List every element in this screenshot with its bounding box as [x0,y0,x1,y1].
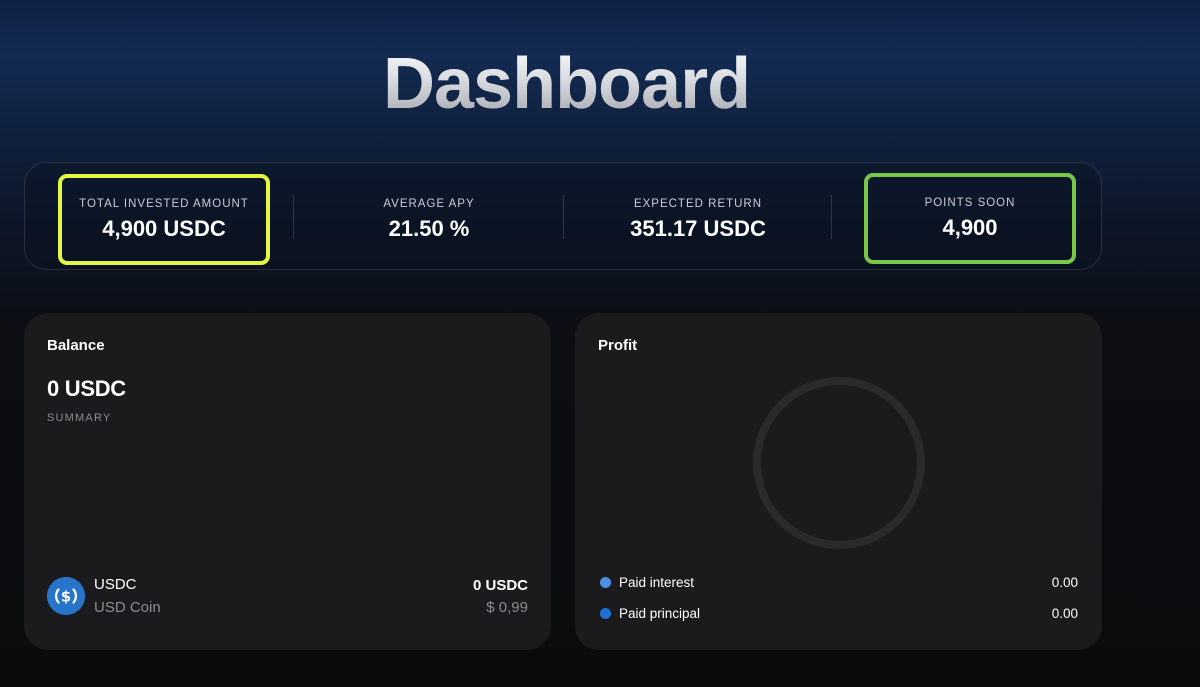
asset-name: USD Coin [94,599,161,616]
stat-average-apy-value: 21.50 % [388,216,470,241]
stat-expected-return-value: 351.17 USDC [630,216,766,241]
balance-card-title: Balance [47,337,105,354]
asset-amount: 0 USDC [472,577,528,594]
profit-donut-chart [753,377,925,549]
stat-points: POINTS SOON 4,900 [864,173,1076,264]
paid-interest-value: 0.00 [1051,574,1078,590]
legend-row-paid-principal: Paid principal 0.00 [600,603,1078,623]
stat-expected-return-label: EXPECTED RETURN [633,198,763,210]
balance-amount: 0 USDC [47,376,126,401]
paid-interest-dot [600,576,611,588]
stat-average-apy-label: AVERAGE APY [383,198,475,210]
page-title: Dashboard [383,44,751,124]
stat-points-label: POINTS SOON [924,196,1016,209]
paid-principal-dot [600,607,611,619]
profit-card-title: Profit [598,337,638,354]
stats-bar: TOTAL INVESTED AMOUNT 4,900 USDC AVERAGE… [24,162,1102,270]
paid-interest-label: Paid interest [619,574,695,590]
asset-usd-value: $ 0,99 [486,599,528,616]
stat-divider [293,195,294,239]
stat-expected-return: EXPECTED RETURN 351.17 USDC [593,175,803,265]
stat-points-value: 4,900 [942,214,998,240]
paid-principal-value: 0.00 [1051,605,1078,621]
balance-card: Balance 0 USDC SUMMARY $ USDC USD Coin 0… [24,313,551,650]
paid-principal-label: Paid principal [619,605,701,621]
stat-total-invested: TOTAL INVESTED AMOUNT 4,900 USDC [58,174,270,265]
stat-total-invested-label: TOTAL INVESTED AMOUNT [79,197,249,210]
stat-total-invested-value: 4,900 USDC [102,215,226,241]
profit-card: Profit Paid interest 0.00 Paid principal… [575,313,1102,650]
donut-track [753,377,925,549]
asset-symbol: USDC [94,576,137,593]
stat-divider [563,195,564,239]
stat-average-apy: AVERAGE APY 21.50 % [325,175,533,265]
usdc-icon: $ [47,577,85,615]
svg-text:$: $ [61,588,71,606]
legend-row-paid-interest: Paid interest 0.00 [600,572,1078,592]
balance-summary-label: SUMMARY [47,412,112,424]
stat-divider [831,195,832,239]
